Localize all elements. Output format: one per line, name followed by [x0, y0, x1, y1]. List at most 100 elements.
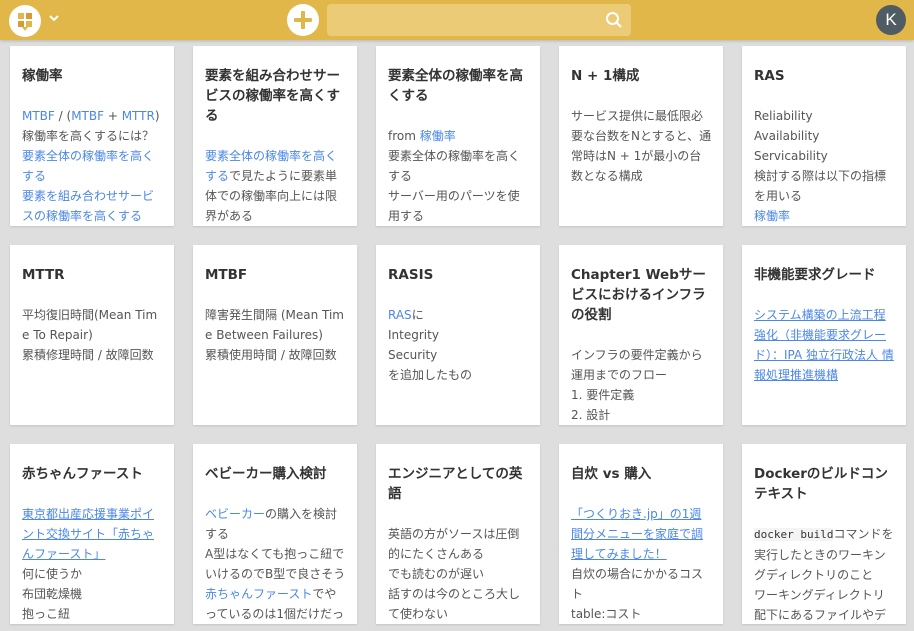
page-link[interactable]: 稼働率: [754, 209, 790, 223]
card-line: インフラの要件定義から運用までのフロー: [571, 345, 712, 385]
card-text: 抱っこ紐: [22, 607, 71, 621]
card-line: 何に使うか: [22, 564, 163, 584]
page-card[interactable]: MTTR 平均復旧時間(Mean Time To Repair) 累積修理時間 / …: [10, 245, 174, 425]
card-text: Security: [388, 348, 438, 362]
card-line: 稼働率を高くするには？: [22, 126, 163, 146]
card-text: 自炊の場合にかかるコスト: [571, 567, 704, 601]
card-line: サービス提供に最低限必要な台数をNとすると、通常時はN + 1が最小の台数となる…: [571, 106, 712, 186]
page-link[interactable]: MTTR: [122, 109, 155, 123]
page-card[interactable]: エンジニアとしての英語英語の方がソースは圧倒的にたくさんあるでも読むのが遅い話す…: [376, 444, 540, 624]
card-body: 英語の方がソースは圧倒的にたくさんあるでも読むのが遅い話すのは今のところ大して使…: [388, 524, 529, 624]
card-line: Reliability: [754, 106, 895, 126]
card-body: from 稼働率 要素全体の稼働率を高くする サーバー用のパーツを使用する: [388, 126, 529, 226]
card-line: 赤ちゃんファーストでやっているのは1個だけだっ: [205, 584, 346, 624]
card-line: Servicability: [754, 146, 895, 166]
page-card[interactable]: MTBF 障害発生間隔 (Mean Time Between Failures) 累…: [193, 245, 357, 425]
card-line: ワーキングディレクトリ配下にあるファイルやデ: [754, 585, 895, 624]
card-body: 「つくりおき.jp」の1週間分メニューを家庭で調理してみました！ 自炊の場合にかか…: [571, 504, 712, 624]
chevron-down-icon[interactable]: [47, 11, 61, 25]
page-card[interactable]: Dockerのビルドコンテキスト docker buildコマンドを実行したときの…: [742, 444, 906, 624]
page-card[interactable]: 赤ちゃんファースト 東京都出産応援事業ポイント交換サイト「赤ちゃんファースト」 何に…: [10, 444, 174, 624]
page-card[interactable]: ベビーカー購入検討 ベビーカーの購入を検討する A型はなくても抱っこ紐でいけるのでB…: [193, 444, 357, 624]
card-body: RASに Integrity Security を追加したもの: [388, 305, 529, 385]
page-card[interactable]: 自炊 vs 購入 「つくりおき.jp」の1週間分メニューを家庭で調理してみました！…: [559, 444, 723, 624]
card-line: サーバー用のパーツを使用する: [388, 186, 529, 226]
add-page-button[interactable]: [287, 4, 319, 36]
card-title: MTTR: [22, 267, 65, 283]
card-line: 検討する際は以下の指標を用いる: [754, 166, 895, 206]
card-line: MTBF / (MTBF + MTTR): [22, 106, 163, 126]
page-card[interactable]: RAS Reliability Availability Servicability 検…: [742, 46, 906, 226]
card-text: 障害発生間隔 (Mean Time Between Failures): [205, 308, 344, 342]
card-title: エンジニアとしての英語: [388, 466, 523, 502]
card-body: MTBF / (MTBF + MTTR) 稼働率を高くするには？ 要素全体の稼働率を…: [22, 106, 163, 226]
user-avatar[interactable]: K: [876, 5, 906, 35]
card-text: 話すのは今のところ大して使わない: [388, 587, 521, 621]
card-line: docker buildコマンドを実行したときのワーキングディレクトリのこと: [754, 524, 895, 585]
page-link[interactable]: 要素を組み合わせサービスの稼働率を高くする: [22, 189, 154, 223]
search-input[interactable]: [327, 4, 631, 36]
app-logo-icon[interactable]: [9, 5, 41, 37]
top-bar: K: [0, 0, 914, 40]
page-link[interactable]: 要素全体の稼働率を高くする: [22, 149, 154, 183]
page-link[interactable]: MTBF: [71, 109, 104, 123]
external-link[interactable]: システム構築の上流工程強化（非機能要求グレード）：IPA 独立行政法人 情報処理…: [754, 308, 894, 382]
card-line: システム構築の上流工程強化（非機能要求グレード）：IPA 独立行政法人 情報処理…: [754, 305, 895, 385]
card-title: N + 1構成: [571, 68, 640, 84]
card-line: 2. 設計: [571, 405, 712, 425]
card-body: 平均復旧時間(Mean Time To Repair) 累積修理時間 / 故障回数: [22, 305, 163, 365]
card-line: 障害発生間隔 (Mean Time Between Failures): [205, 305, 346, 345]
external-link[interactable]: 東京都出産応援事業ポイント交換サイト「赤ちゃんファースト」: [22, 507, 154, 561]
card-line: 1. 要件定義: [571, 385, 712, 405]
card-title: 要素全体の稼働率を高くする: [388, 68, 523, 104]
card-title: MTBF: [205, 267, 248, 283]
external-link[interactable]: 「つくりおき.jp」の1週間分メニューを家庭で調理してみました！: [571, 507, 703, 561]
card-body: システム構築の上流工程強化（非機能要求グレード）：IPA 独立行政法人 情報処理…: [754, 305, 895, 385]
card-body: 東京都出産応援事業ポイント交換サイト「赤ちゃんファースト」 何に使うか 布団乾燥機抱…: [22, 504, 163, 624]
page-link[interactable]: MTBF: [22, 109, 55, 123]
card-title: Chapter1 Webサービスにおけるインフラの役割: [571, 267, 706, 323]
page-card[interactable]: 要素全体の稼働率を高くする from 稼働率 要素全体の稼働率を高くする サーバー用の…: [376, 46, 540, 226]
card-line: 東京都出産応援事業ポイント交換サイト「赤ちゃんファースト」: [22, 504, 163, 564]
card-line: A型はなくても抱っこ紐でいけるのでB型で良さそう: [205, 544, 346, 584]
card-line: 「つくりおき.jp」の1週間分メニューを家庭で調理してみました！: [571, 504, 712, 564]
page-card[interactable]: 非機能要求グレードシステム構築の上流工程強化（非機能要求グレード）：IPA 独立…: [742, 245, 906, 425]
card-text: / (: [54, 109, 72, 123]
card-text: table:コスト: [571, 607, 642, 621]
card-body: インフラの要件定義から運用までのフロー 1. 要件定義 2. 設計: [571, 345, 712, 425]
card-text: 累積修理時間 / 故障回数: [22, 348, 154, 362]
card-line: 要素全体の稼働率を高くする: [22, 146, 163, 186]
card-text: でも読むのが遅い: [388, 567, 485, 581]
card-text: インフラの要件定義から運用までのフロー: [571, 348, 703, 382]
card-line: Availability: [754, 126, 895, 146]
page-card[interactable]: 要素を組み合わせサービスの稼働率を高くする 要素全体の稼働率を高くするで見たように…: [193, 46, 357, 226]
card-title: 非機能要求グレード: [754, 267, 876, 283]
card-body: docker buildコマンドを実行したときのワーキングディレクトリのこと ワー…: [754, 524, 895, 624]
card-line: Security: [388, 345, 529, 365]
page-link[interactable]: 赤ちゃんファースト: [205, 587, 312, 601]
card-title: 稼働率: [22, 68, 63, 84]
search-icon[interactable]: [605, 11, 623, 29]
card-line: RASに: [388, 305, 529, 325]
page-link[interactable]: ベビーカー: [205, 507, 265, 521]
page-link[interactable]: RAS: [388, 308, 412, 322]
card-text: に: [411, 308, 424, 322]
card-line: 要素を組み合わせサービスの稼働率を高くする: [22, 186, 163, 226]
card-line: from 稼働率: [388, 126, 529, 146]
page-card[interactable]: N + 1構成サービス提供に最低限必要な台数をNとすると、通常時はN + 1が最…: [559, 46, 723, 226]
page-card[interactable]: 稼働率 MTBF / (MTBF + MTTR) 稼働率を高くするには？ 要素全体の稼…: [10, 46, 174, 226]
page-link[interactable]: 稼働率: [420, 129, 456, 143]
page-card[interactable]: Chapter1 Webサービスにおけるインフラの役割インフラの要件定義から運用…: [559, 245, 723, 425]
card-line: 英語の方がソースは圧倒的にたくさんある: [388, 524, 529, 564]
card-title: ベビーカー購入検討: [205, 466, 327, 482]
card-line: 話すのは今のところ大して使わない: [388, 584, 529, 624]
card-line: 稼働率: [754, 206, 895, 226]
card-text: 平均復旧時間(Mean Time To Repair): [22, 308, 158, 342]
card-line: 抱っこ紐: [22, 604, 163, 624]
page-card[interactable]: RASIS RASに Integrity Security を追加したもの: [376, 245, 540, 425]
card-body: 要素全体の稼働率を高くするで見たように要素単体での稼働率向上には限界がある: [205, 146, 346, 226]
card-title: RAS: [754, 68, 785, 84]
card-text: 累積使用時間 / 故障回数: [205, 348, 337, 362]
card-text: A型はなくても抱っこ紐でいけるのでB型で良さそう: [205, 547, 346, 581]
card-text: ): [154, 109, 160, 123]
